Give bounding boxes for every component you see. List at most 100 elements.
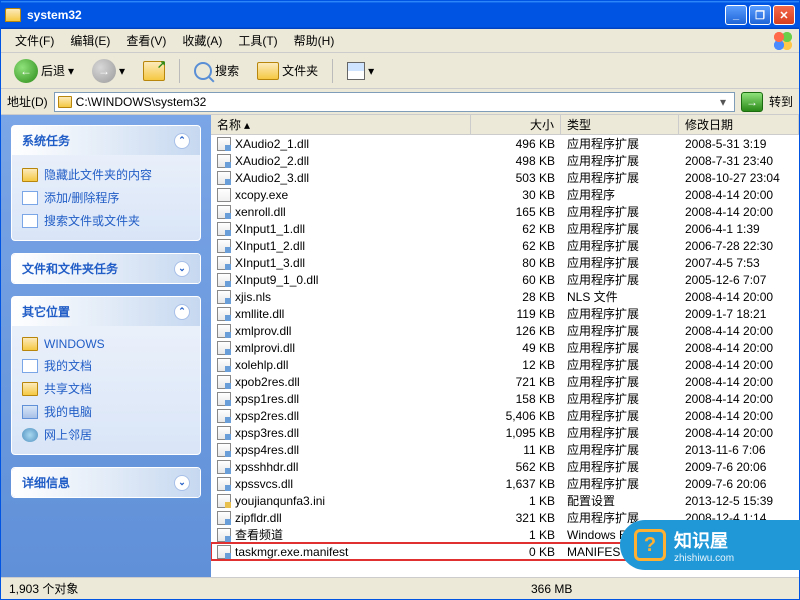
file-row[interactable]: xpsshhdr.dll562 KB应用程序扩展2009-7-6 20:06 [211,458,799,475]
maximize-button[interactable]: ❐ [749,5,771,25]
file-type: 应用程序扩展 [561,475,679,492]
menu-file[interactable]: 文件(F) [7,30,62,51]
panel-header[interactable]: 详细信息 ⌄ [12,468,200,497]
back-label: 后退 [41,62,65,79]
documents-icon [22,359,38,373]
col-date[interactable]: 修改日期 [679,115,799,134]
up-button[interactable] [136,57,172,85]
menu-favorites[interactable]: 收藏(A) [174,30,230,51]
file-row[interactable]: xenroll.dll165 KB应用程序扩展2008-4-14 20:00 [211,203,799,220]
file-type: 应用程序扩展 [561,305,679,322]
file-date: 2009-7-6 20:06 [679,460,799,474]
col-name[interactable]: 名称▴ [211,115,471,134]
file-date: 2008-4-14 20:00 [679,188,799,202]
file-row[interactable]: XAudio2_3.dll503 KB应用程序扩展2008-10-27 23:0… [211,169,799,186]
file-name: XInput1_1.dll [235,222,305,236]
file-row[interactable]: XInput9_1_0.dll60 KB应用程序扩展2005-12-6 7:07 [211,271,799,288]
expand-icon[interactable]: ⌄ [174,261,190,277]
file-row[interactable]: xpsp1res.dll158 KB应用程序扩展2008-4-14 20:00 [211,390,799,407]
collapse-icon[interactable]: ⌃ [174,133,190,149]
file-name: xmllite.dll [235,307,284,321]
go-label[interactable]: 转到 [769,93,793,110]
file-row[interactable]: xolehlp.dll12 KB应用程序扩展2008-4-14 20:00 [211,356,799,373]
col-size[interactable]: 大小 [471,115,561,134]
place-windows[interactable]: WINDOWS [22,334,190,354]
file-row[interactable]: XAudio2_2.dll498 KB应用程序扩展2008-7-31 23:40 [211,152,799,169]
file-name: xpsp2res.dll [235,409,299,423]
chevron-down-icon: ▾ [119,64,125,78]
file-row[interactable]: XInput1_2.dll62 KB应用程序扩展2006-7-28 22:30 [211,237,799,254]
folders-button[interactable]: 文件夹 [250,58,325,84]
file-size: 126 KB [471,324,561,338]
file-row[interactable]: xpob2res.dll721 KB应用程序扩展2008-4-14 20:00 [211,373,799,390]
search-button[interactable]: 搜索 [187,58,246,84]
file-date: 2008-10-27 23:04 [679,171,799,185]
file-size: 1,095 KB [471,426,561,440]
views-icon [347,62,365,80]
address-input[interactable] [76,95,715,109]
panel-header[interactable]: 系统任务 ⌃ [12,126,200,155]
file-row[interactable]: XAudio2_1.dll496 KB应用程序扩展2008-5-31 3:19 [211,135,799,152]
file-row[interactable]: xmlprovi.dll49 KB应用程序扩展2008-4-14 20:00 [211,339,799,356]
file-icon [217,545,231,559]
menu-view[interactable]: 查看(V) [118,30,174,51]
task-add-remove[interactable]: 添加/删除程序 [22,186,190,209]
expand-icon[interactable]: ⌄ [174,475,190,491]
folder-icon [22,382,38,396]
explorer-window: system32 _ ❐ ✕ 文件(F) 编辑(E) 查看(V) 收藏(A) 工… [0,0,800,600]
go-button[interactable]: → [741,92,763,112]
views-button[interactable]: ▾ [340,58,381,84]
file-rows[interactable]: XAudio2_1.dll496 KB应用程序扩展2008-5-31 3:19X… [211,135,799,577]
file-row[interactable]: xmllite.dll119 KB应用程序扩展2009-1-7 18:21 [211,305,799,322]
col-type[interactable]: 类型 [561,115,679,134]
file-size: 119 KB [471,307,561,321]
file-icon [217,171,231,185]
file-row[interactable]: xpssvcs.dll1,637 KB应用程序扩展2009-7-6 20:06 [211,475,799,492]
file-row[interactable]: XInput1_1.dll62 KB应用程序扩展2006-4-1 1:39 [211,220,799,237]
place-shared[interactable]: 共享文档 [22,377,190,400]
file-row[interactable]: youjianqunfa3.ini1 KB配置设置2013-12-5 15:39 [211,492,799,509]
question-icon: ? [634,529,666,561]
file-date: 2005-12-6 7:07 [679,273,799,287]
file-name: xpsp3res.dll [235,426,299,440]
file-type: 应用程序扩展 [561,203,679,220]
minimize-button[interactable]: _ [725,5,747,25]
status-size: 366 MB [531,582,791,596]
collapse-icon[interactable]: ⌃ [174,304,190,320]
menu-edit[interactable]: 编辑(E) [62,30,118,51]
file-row[interactable]: xpsp2res.dll5,406 KB应用程序扩展2008-4-14 20:0… [211,407,799,424]
place-mycomputer[interactable]: 我的电脑 [22,400,190,423]
panel-folder-tasks: 文件和文件夹任务 ⌄ [11,253,201,284]
file-icon [217,426,231,440]
panel-header[interactable]: 其它位置 ⌃ [12,297,200,326]
panel-details: 详细信息 ⌄ [11,467,201,498]
titlebar[interactable]: system32 _ ❐ ✕ [1,1,799,29]
place-network[interactable]: 网上邻居 [22,423,190,446]
folders-icon [257,62,279,80]
file-row[interactable]: xpsp3res.dll1,095 KB应用程序扩展2008-4-14 20:0… [211,424,799,441]
menu-help[interactable]: 帮助(H) [286,30,343,51]
file-name: xjis.nls [235,290,271,304]
place-mydocs[interactable]: 我的文档 [22,354,190,377]
file-row[interactable]: XInput1_3.dll80 KB应用程序扩展2007-4-5 7:53 [211,254,799,271]
address-combo[interactable]: ▾ [54,92,735,112]
file-name: xolehlp.dll [235,358,288,372]
address-label: 地址(D) [7,93,48,110]
task-hide-contents[interactable]: 隐藏此文件夹的内容 [22,163,190,186]
file-type: 应用程序扩展 [561,135,679,152]
file-row[interactable]: xmlprov.dll126 KB应用程序扩展2008-4-14 20:00 [211,322,799,339]
file-row[interactable]: xcopy.exe30 KB应用程序2008-4-14 20:00 [211,186,799,203]
file-row[interactable]: xjis.nls28 KBNLS 文件2008-4-14 20:00 [211,288,799,305]
file-size: 0 KB [471,545,561,559]
close-button[interactable]: ✕ [773,5,795,25]
back-button[interactable]: ← 后退 ▾ [7,55,81,87]
menu-tools[interactable]: 工具(T) [230,30,285,51]
file-row[interactable]: xpsp4res.dll11 KB应用程序扩展2013-11-6 7:06 [211,441,799,458]
forward-button[interactable]: → ▾ [85,55,132,87]
folder-icon [58,96,72,108]
chevron-down-icon[interactable]: ▾ [715,95,731,109]
task-search[interactable]: 搜索文件或文件夹 [22,209,190,232]
network-icon [22,428,38,442]
panel-other-places: 其它位置 ⌃ WINDOWS 我的文档 共享文档 我的电脑 网上邻居 [11,296,201,455]
panel-header[interactable]: 文件和文件夹任务 ⌄ [12,254,200,283]
